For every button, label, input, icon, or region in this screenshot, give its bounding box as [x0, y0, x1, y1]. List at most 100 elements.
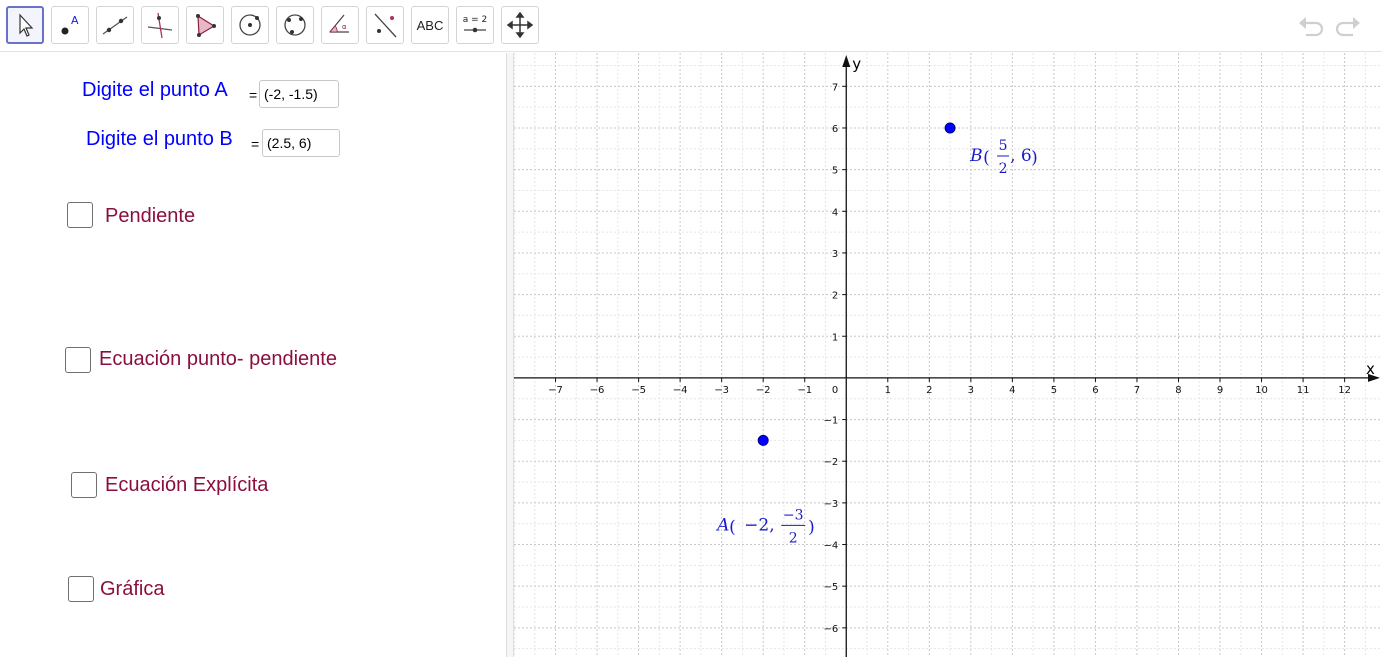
- x-axis-label: x: [1366, 360, 1375, 378]
- y-tick-label: −5: [823, 582, 838, 593]
- point-b-prompt: Digite el punto B: [86, 128, 233, 150]
- y-tick-label: 4: [832, 207, 838, 218]
- point-a-y-denominator: 2: [789, 530, 798, 546]
- redo-icon: [1335, 17, 1360, 37]
- point-b-equals: =: [251, 136, 260, 152]
- point-a-left-paren: (: [729, 517, 736, 537]
- x-tick-label: 6: [1092, 385, 1098, 396]
- point-b-y-coord: , 6: [1010, 146, 1032, 166]
- text-tool-button[interactable]: ABC: [411, 6, 449, 44]
- grafica-label[interactable]: Gráfica: [100, 578, 164, 601]
- circle-center-point-tool-button[interactable]: [231, 6, 269, 44]
- point-b-label[interactable]: B ( 5 2 , 6 ): [969, 138, 1038, 177]
- toolbar: A α ABC a = 2: [0, 0, 1382, 52]
- x-tick-label: 1: [885, 385, 891, 396]
- point-a-y-numerator: −3: [783, 507, 804, 523]
- x-tick-label: −7: [548, 385, 563, 396]
- point-b[interactable]: [944, 122, 956, 134]
- y-axis-arrow: [842, 55, 851, 67]
- point-b-input[interactable]: [262, 129, 340, 157]
- x-tick-label: −6: [590, 385, 605, 396]
- y-tick-label: 5: [832, 166, 838, 177]
- y-tick-label: −3: [823, 499, 838, 510]
- redo-button[interactable]: [1332, 10, 1364, 42]
- x-tick-label: 12: [1338, 385, 1351, 396]
- svg-text:A: A: [71, 14, 79, 27]
- y-tick-label: −6: [823, 624, 838, 635]
- algebra-panel: Digite el punto A = Digite el punto B = …: [0, 53, 506, 657]
- line-through-two-points-icon: [102, 16, 128, 35]
- circle-three-points-icon: [284, 14, 306, 36]
- text-tool-label: ABC: [416, 17, 444, 33]
- undo-icon: [1299, 17, 1324, 37]
- ecuacion-punto-pendiente-label[interactable]: Ecuación punto- pendiente: [99, 348, 337, 371]
- ecuacion-explicita-label[interactable]: Ecuación Explícita: [105, 474, 268, 497]
- ecuacion-punto-pendiente-checkbox[interactable]: [65, 347, 91, 373]
- ecuacion-explicita-checkbox[interactable]: [71, 472, 97, 498]
- y-tick-label: −1: [823, 416, 838, 427]
- x-tick-label: 2: [926, 385, 932, 396]
- angle-tool-button[interactable]: α: [321, 6, 359, 44]
- reflect-about-line-icon: [374, 13, 397, 38]
- pendiente-label[interactable]: Pendiente: [105, 205, 195, 228]
- point-b-left-paren: (: [983, 148, 990, 168]
- move-graphics-view-tool-button[interactable]: [501, 6, 539, 44]
- angle-icon: α: [329, 14, 349, 33]
- slider-tool-label: a = 2: [463, 15, 488, 25]
- y-tick-label: 7: [832, 82, 838, 93]
- x-tick-label: −4: [673, 385, 688, 396]
- y-tick-label: 3: [832, 249, 838, 260]
- x-tick-label: 4: [1009, 385, 1015, 396]
- move-tool-button[interactable]: [6, 6, 44, 44]
- perpendicular-line-icon: [147, 12, 173, 39]
- circle-three-points-tool-button[interactable]: [276, 6, 314, 44]
- x-tick-label: 9: [1217, 385, 1223, 396]
- undo-button[interactable]: [1295, 10, 1327, 42]
- point-a-prompt: Digite el punto A: [82, 79, 228, 101]
- pointer-arrow-icon: [19, 13, 34, 37]
- axes: [514, 55, 1380, 657]
- x-tick-label: −1: [797, 385, 812, 396]
- y-axis-label: y: [852, 55, 861, 73]
- x-tick-label: 5: [1051, 385, 1057, 396]
- x-tick-label: 3: [968, 385, 974, 396]
- point-tool-button[interactable]: A: [51, 6, 89, 44]
- x-tick-label: −3: [714, 385, 729, 396]
- point-a[interactable]: [757, 434, 769, 446]
- x-tick-label: 8: [1175, 385, 1181, 396]
- grafica-checkbox[interactable]: [68, 576, 94, 602]
- y-tick-label: 6: [832, 124, 838, 135]
- grid: [514, 53, 1382, 657]
- point-b-x-numerator: 5: [999, 138, 1008, 154]
- x-tick-label: −5: [631, 385, 646, 396]
- circle-center-point-icon: [239, 14, 261, 36]
- polygon-icon: [196, 14, 216, 37]
- y-tick-label: −4: [823, 541, 838, 552]
- pendiente-checkbox[interactable]: [67, 202, 93, 228]
- x-tick-label: 7: [1134, 385, 1140, 396]
- reflect-tool-button[interactable]: [366, 6, 404, 44]
- polygon-tool-button[interactable]: [186, 6, 224, 44]
- panel-divider[interactable]: [506, 53, 514, 657]
- x-tick-label: −2: [756, 385, 771, 396]
- point-b-right-paren: ): [1031, 148, 1038, 168]
- tick-labels: −7 −6 −5 −4 −3 −2 −1 1 2 3 4 5 6 7 8 9 10 11 12−6−5−4−3−2−…: [548, 82, 1351, 635]
- point-a-right-paren: ): [808, 517, 815, 537]
- line-tool-button[interactable]: [96, 6, 134, 44]
- point-a-name: A: [715, 515, 729, 535]
- y-tick-label: −2: [823, 457, 838, 468]
- y-tick-label: 2: [832, 291, 838, 302]
- point-a-input[interactable]: [259, 80, 339, 108]
- point-a-equals: =: [249, 87, 258, 103]
- slider-icon: a = 2: [463, 15, 488, 33]
- point-a-label[interactable]: A ( −2, −3 2 ): [715, 507, 815, 546]
- perpendicular-line-tool-button[interactable]: [141, 6, 179, 44]
- coordinate-plane[interactable]: −7 −6 −5 −4 −3 −2 −1 1 2 3 4 5 6 7 8 9 10 11 12−6−5−4−3−2−…: [514, 53, 1382, 657]
- slider-tool-button[interactable]: a = 2: [456, 6, 494, 44]
- point-b-name: B: [969, 146, 983, 166]
- point-b-x-denominator: 2: [999, 161, 1008, 177]
- graphics-view[interactable]: −7 −6 −5 −4 −3 −2 −1 1 2 3 4 5 6 7 8 9 10 11 12 −6 −5 −4 −3 −2−…: [514, 53, 1382, 657]
- point-a-x-coord: −2,: [744, 515, 774, 535]
- point-labeled-icon: A: [61, 14, 79, 35]
- move-view-cross-arrows-icon: [506, 11, 534, 39]
